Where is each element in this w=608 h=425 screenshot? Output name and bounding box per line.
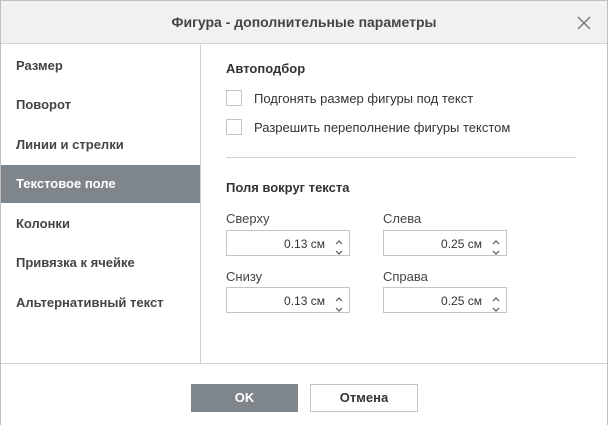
margin-top-label: Сверху (226, 211, 270, 226)
sidebar-item-label: Привязка к ячейке (16, 255, 135, 270)
sidebar-item-label: Линии и стрелки (16, 137, 124, 152)
sidebar-item-label: Альтернативный текст (16, 295, 164, 310)
margin-bottom-value: 0.13 см (284, 294, 325, 308)
chevron-down-icon[interactable] (333, 244, 345, 255)
sidebar-item-label: Поворот (16, 97, 71, 112)
margin-left-value: 0.25 см (441, 237, 482, 251)
autofit-title: Автоподбор (226, 61, 306, 76)
margin-right-label: Справа (383, 269, 428, 284)
margin-bottom-spinner[interactable]: 0.13 см (226, 287, 350, 313)
chevron-down-icon[interactable] (490, 301, 502, 312)
dialog-header: Фигура - дополнительные параметры (1, 1, 607, 44)
resize-shape-checkbox[interactable] (226, 90, 242, 106)
margin-top-value: 0.13 см (284, 237, 325, 251)
sidebar-item-cell-snapping[interactable]: Привязка к ячейке (1, 244, 200, 282)
margin-left-spinner[interactable]: 0.25 см (383, 230, 507, 256)
dialog-footer: OK Отмена (1, 363, 607, 425)
sidebar-item-size[interactable]: Размер (1, 47, 200, 85)
margin-right-value: 0.25 см (441, 294, 482, 308)
allow-overflow-label: Разрешить переполнение фигуры текстом (254, 120, 511, 135)
chevron-up-icon[interactable] (333, 234, 345, 245)
sidebar-item-label: Текстовое поле (16, 176, 116, 191)
sidebar-item-label: Колонки (16, 216, 70, 231)
chevron-up-icon[interactable] (490, 234, 502, 245)
advanced-settings-dialog: Фигура - дополнительные параметры Размер… (0, 0, 608, 425)
margin-right-spinner[interactable]: 0.25 см (383, 287, 507, 313)
allow-overflow-checkbox[interactable] (226, 119, 242, 135)
resize-shape-label: Подгонять размер фигуры под текст (254, 91, 474, 106)
content-panel: Автоподбор Подгонять размер фигуры под т… (201, 44, 607, 363)
margin-top-spinner[interactable]: 0.13 см (226, 230, 350, 256)
chevron-up-icon[interactable] (490, 291, 502, 302)
chevron-down-icon[interactable] (333, 301, 345, 312)
margin-left-label: Слева (383, 211, 422, 226)
margin-bottom-label: Снизу (226, 269, 263, 284)
dialog-title: Фигура - дополнительные параметры (171, 14, 437, 30)
sidebar-item-lines-arrows[interactable]: Линии и стрелки (1, 126, 200, 164)
chevron-up-icon[interactable] (333, 291, 345, 302)
sidebar-item-label: Размер (16, 58, 63, 73)
section-divider (226, 157, 576, 158)
sidebar-item-columns[interactable]: Колонки (1, 205, 200, 243)
cancel-button[interactable]: Отмена (310, 384, 418, 412)
close-icon[interactable] (575, 14, 593, 32)
margins-title: Поля вокруг текста (226, 180, 350, 195)
close-icon-graphic (577, 16, 591, 30)
sidebar-item-text-box[interactable]: Текстовое поле (1, 165, 200, 203)
chevron-down-icon[interactable] (490, 244, 502, 255)
ok-button[interactable]: OK (191, 384, 298, 412)
sidebar-item-rotation[interactable]: Поворот (1, 86, 200, 124)
sidebar-item-alt-text[interactable]: Альтернативный текст (1, 284, 200, 322)
sidebar: Размер Поворот Линии и стрелки Текстовое… (1, 44, 201, 363)
